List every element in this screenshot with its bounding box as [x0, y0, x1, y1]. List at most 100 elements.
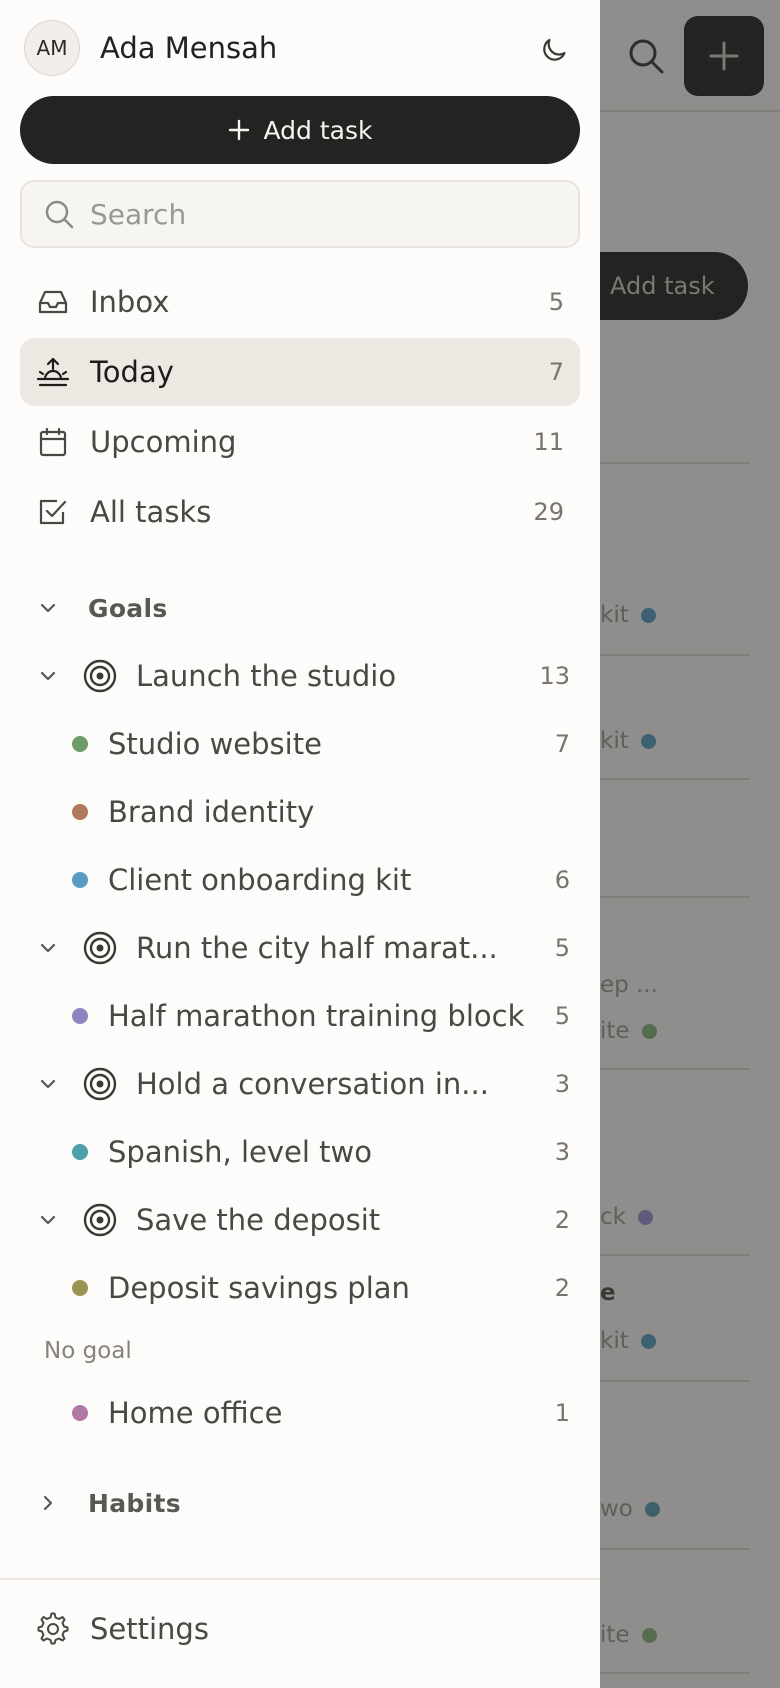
- divider: [0, 1578, 600, 1580]
- search-box[interactable]: [20, 180, 580, 248]
- divider: [600, 1254, 750, 1256]
- project-item[interactable]: Brand identity: [72, 784, 570, 840]
- goal-item[interactable]: Save the deposit 2: [28, 1192, 570, 1248]
- bg-fragment: kit: [600, 602, 656, 628]
- project-label: Studio website: [108, 727, 322, 761]
- project-label: Brand identity: [108, 795, 315, 829]
- divider: [600, 1548, 750, 1550]
- goal-count: 13: [539, 662, 570, 690]
- checkbox-icon: [36, 495, 70, 529]
- project-count: 1: [554, 1399, 570, 1427]
- navigation-drawer: AM Ada Mensah Add task Inbox 5: [0, 0, 600, 1688]
- project-count: 5: [554, 1002, 570, 1030]
- goal-item[interactable]: Run the city half marat... 5: [28, 920, 570, 976]
- divider: [600, 896, 750, 898]
- target-icon: [83, 659, 117, 693]
- nav-item-all-tasks[interactable]: All tasks 29: [20, 478, 580, 546]
- divider: [600, 1672, 750, 1674]
- project-count: 6: [554, 866, 570, 894]
- project-item[interactable]: Client onboarding kit 6: [72, 852, 570, 908]
- bg-fragment: e: [600, 1280, 616, 1306]
- project-label: Half marathon training block: [108, 999, 525, 1033]
- avatar[interactable]: AM: [24, 20, 80, 76]
- search-input[interactable]: [90, 197, 530, 231]
- profile-header: AM Ada Mensah: [24, 20, 576, 76]
- project-label: Home office: [108, 1396, 283, 1430]
- chevron-down-icon[interactable]: [28, 1200, 68, 1240]
- project-item[interactable]: Home office 1: [72, 1385, 570, 1441]
- chevron-down-icon[interactable]: [28, 1064, 68, 1104]
- divider: [600, 778, 750, 780]
- project-color-dot: [72, 872, 88, 888]
- nav-item-inbox[interactable]: Inbox 5: [20, 268, 580, 336]
- bg-fragment: ite: [600, 1018, 657, 1044]
- bg-fragment: kit: [600, 728, 656, 754]
- sunrise-icon: [36, 355, 70, 389]
- project-item[interactable]: Deposit savings plan 2: [72, 1260, 570, 1316]
- nav-item-count: 5: [548, 288, 564, 316]
- settings-label: Settings: [90, 1612, 209, 1646]
- chevron-right-icon: [28, 1483, 68, 1523]
- fab-add-button[interactable]: [684, 16, 764, 96]
- chevron-down-icon: [28, 588, 68, 628]
- nav-item-today[interactable]: Today 7: [20, 338, 580, 406]
- project-color-dot: [72, 804, 88, 820]
- moon-icon[interactable]: [538, 31, 572, 65]
- habits-section-header[interactable]: Habits: [28, 1483, 181, 1523]
- project-count: 2: [554, 1274, 570, 1302]
- goals-section-title: Goals: [88, 593, 168, 623]
- project-count: 7: [554, 730, 570, 758]
- user-name: Ada Mensah: [100, 31, 278, 65]
- nav-item-upcoming[interactable]: Upcoming 11: [20, 408, 580, 476]
- habits-section-title: Habits: [88, 1488, 181, 1518]
- bg-fragment: kit: [600, 1328, 656, 1354]
- project-color-dot: [72, 1144, 88, 1160]
- nav-item-count: 29: [533, 498, 564, 526]
- no-goal-label: No goal: [44, 1338, 132, 1364]
- project-label: Spanish, level two: [108, 1135, 372, 1169]
- project-label: Deposit savings plan: [108, 1271, 410, 1305]
- goal-item[interactable]: Hold a conversation in... 3: [28, 1056, 570, 1112]
- bg-fragment: ep ...: [600, 972, 658, 998]
- nav-item-count: 11: [533, 428, 564, 456]
- goal-count: 2: [554, 1206, 570, 1234]
- goal-label: Save the deposit: [136, 1203, 381, 1237]
- add-task-label: Add task: [263, 115, 373, 145]
- divider: [600, 462, 750, 464]
- plus-icon: [709, 41, 739, 71]
- project-item[interactable]: Studio website 7: [72, 716, 570, 772]
- project-color-dot: [72, 1280, 88, 1296]
- goal-count: 5: [554, 934, 570, 962]
- search-icon[interactable]: [626, 36, 666, 76]
- bg-fragment: ck: [600, 1204, 653, 1230]
- gear-icon: [37, 1612, 69, 1645]
- nav-item-label: Inbox: [90, 285, 170, 319]
- avatar-initials: AM: [36, 36, 68, 60]
- nav-item-label: Today: [90, 355, 174, 389]
- target-icon: [83, 1067, 117, 1101]
- goals-section-header[interactable]: Goals: [28, 588, 168, 628]
- divider: [600, 110, 780, 112]
- goal-item[interactable]: Launch the studio 13: [28, 648, 570, 704]
- search-icon: [45, 200, 74, 229]
- project-item[interactable]: Half marathon training block 5: [72, 988, 570, 1044]
- settings-button[interactable]: Settings: [36, 1598, 209, 1660]
- plus-icon: [228, 119, 249, 141]
- project-color-dot: [72, 1008, 88, 1024]
- project-color-dot: [72, 736, 88, 752]
- inbox-icon: [36, 285, 70, 319]
- project-color-dot: [72, 1405, 88, 1421]
- add-task-button[interactable]: Add task: [20, 96, 580, 164]
- nav-item-label: Upcoming: [90, 425, 237, 459]
- divider: [600, 654, 750, 656]
- goal-label: Hold a conversation in...: [136, 1067, 489, 1101]
- bg-fragment: wo: [600, 1496, 660, 1522]
- chevron-down-icon[interactable]: [28, 928, 68, 968]
- nav-item-count: 7: [548, 358, 564, 386]
- bg-fragment: ite: [600, 1622, 657, 1648]
- goal-label: Run the city half marat...: [136, 931, 498, 965]
- target-icon: [83, 931, 117, 965]
- add-task-pill-label: Add task: [610, 272, 715, 300]
- chevron-down-icon[interactable]: [28, 656, 68, 696]
- project-item[interactable]: Spanish, level two 3: [72, 1124, 570, 1180]
